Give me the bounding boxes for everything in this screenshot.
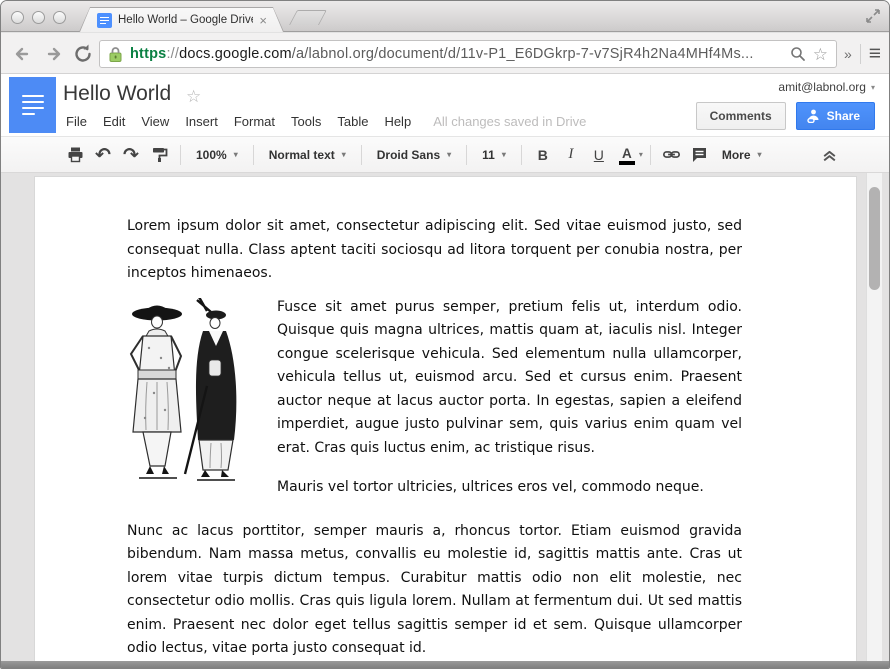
undo-icon[interactable]: ↶ — [91, 143, 115, 167]
url-path: /a/labnol.org/document/d/11v-P1_E6DGkrp-… — [292, 46, 754, 62]
url-scheme: https — [130, 46, 166, 62]
extensions-overflow-icon[interactable]: » — [844, 46, 852, 62]
chevron-down-icon: ▾ — [447, 150, 451, 159]
menu-edit[interactable]: Edit — [95, 111, 133, 132]
account-menu[interactable]: amit@labnol.org ▾ — [778, 80, 875, 94]
save-status: All changes saved in Drive — [433, 114, 586, 129]
redo-icon[interactable]: ↷ — [119, 143, 143, 167]
chevron-down-icon[interactable]: ▾ — [639, 150, 643, 159]
window-controls — [11, 11, 66, 24]
window-frame-bottom — [1, 661, 889, 668]
insert-comment-icon[interactable] — [688, 143, 712, 167]
document-title[interactable]: Hello World — [63, 82, 171, 106]
docs-toolbar: ↶ ↷ 100% ▾ Normal text ▾ Droid Sans ▾ 11… — [1, 136, 889, 173]
chrome-menu-icon[interactable]: ≡ — [869, 43, 881, 64]
chevron-down-icon: ▾ — [342, 150, 346, 159]
menubar: File Edit View Insert Format Tools Table… — [58, 111, 586, 132]
browser-window: Hello World – Google Drive × https://doc… — [0, 0, 890, 669]
collapse-toolbar-icon[interactable] — [817, 143, 841, 167]
tab-title: Hello World – Google Drive — [118, 14, 253, 26]
address-bar[interactable]: https://docs.google.com/a/labnol.org/doc… — [99, 40, 837, 68]
share-person-lock-icon — [807, 109, 820, 123]
back-button[interactable] — [11, 42, 35, 66]
titlebar: Hello World – Google Drive × — [1, 1, 889, 32]
docs-favicon-icon — [97, 13, 112, 28]
navbar-right: » ≡ — [844, 43, 881, 64]
comments-button[interactable]: Comments — [696, 102, 786, 130]
menu-table[interactable]: Table — [329, 111, 376, 132]
new-tab-button[interactable] — [289, 10, 327, 25]
chevron-down-icon: ▾ — [758, 150, 762, 159]
share-label: Share — [827, 109, 860, 123]
browser-navbar: https://docs.google.com/a/labnol.org/doc… — [1, 33, 889, 74]
menu-view[interactable]: View — [133, 111, 177, 132]
menu-insert[interactable]: Insert — [177, 111, 226, 132]
text-color-swatch — [619, 161, 635, 165]
zoom-select[interactable]: 100% ▾ — [188, 143, 246, 167]
document-canvas: Lorem ipsum dolor sit amet, consectetur … — [1, 173, 889, 661]
text-color-button[interactable]: A — [615, 143, 639, 167]
docs-header: Hello World ☆ File Edit View Insert Form… — [1, 74, 889, 136]
menu-format[interactable]: Format — [226, 111, 283, 132]
chevron-down-icon: ▾ — [502, 150, 506, 159]
zoom-window-button[interactable] — [53, 11, 66, 24]
scrollbar-thumb[interactable] — [869, 187, 880, 290]
insert-link-icon[interactable] — [660, 143, 684, 167]
share-button[interactable]: Share — [796, 102, 875, 130]
vertical-scrollbar[interactable] — [866, 173, 882, 661]
menu-help[interactable]: Help — [376, 111, 419, 132]
reload-button[interactable] — [71, 42, 95, 66]
italic-button[interactable]: I — [559, 143, 583, 167]
url-text: https://docs.google.com/a/labnol.org/doc… — [130, 46, 783, 62]
zoom-magnifier-icon[interactable] — [790, 46, 806, 62]
star-document-icon[interactable]: ☆ — [186, 87, 201, 107]
paragraph-style-select[interactable]: Normal text ▾ — [261, 143, 354, 167]
close-window-button[interactable] — [11, 11, 24, 24]
url-separator: :// — [166, 46, 179, 62]
font-size-select[interactable]: 11 ▾ — [474, 143, 514, 167]
tab-close-icon[interactable]: × — [259, 14, 267, 27]
font-family-select[interactable]: Droid Sans ▾ — [369, 143, 459, 167]
inline-image-fashion-illustration[interactable] — [119, 298, 253, 488]
chevron-down-icon: ▾ — [871, 83, 875, 92]
paragraph[interactable]: Lorem ipsum dolor sit amet, consectetur … — [127, 215, 742, 286]
print-icon[interactable] — [63, 143, 87, 167]
menu-tools[interactable]: Tools — [283, 111, 329, 132]
url-domain: docs.google.com — [179, 46, 292, 62]
fullscreen-icon[interactable] — [865, 8, 881, 24]
menu-file[interactable]: File — [58, 111, 95, 132]
underline-button[interactable]: U — [587, 143, 611, 167]
browser-tab[interactable]: Hello World – Google Drive × — [79, 7, 284, 32]
document-page[interactable]: Lorem ipsum dolor sit amet, consectetur … — [34, 176, 857, 661]
paragraph[interactable]: Nunc ac lacus porttitor, semper mauris a… — [127, 520, 742, 661]
account-email: amit@labnol.org — [778, 80, 866, 94]
chevron-down-icon: ▾ — [234, 150, 238, 159]
minimize-window-button[interactable] — [32, 11, 45, 24]
bold-button[interactable]: B — [531, 143, 555, 167]
forward-button[interactable] — [41, 42, 65, 66]
more-menu[interactable]: More ▾ — [714, 143, 770, 167]
docs-home-icon[interactable] — [9, 77, 56, 133]
paint-format-icon[interactable] — [147, 143, 171, 167]
https-lock-icon — [108, 46, 123, 63]
bookmark-star-icon[interactable]: ☆ — [813, 46, 828, 63]
navbar-divider — [860, 44, 861, 64]
